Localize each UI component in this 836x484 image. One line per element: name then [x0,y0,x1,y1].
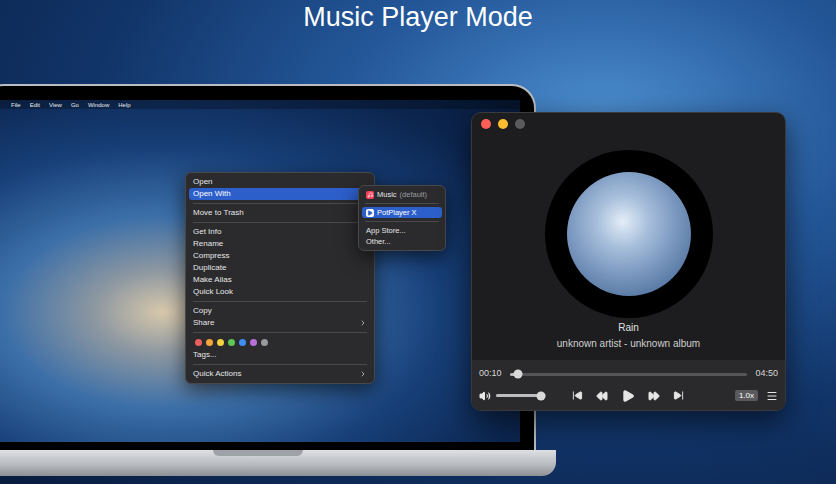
menu-separator [193,222,367,223]
zoom-button[interactable] [515,119,525,129]
menu-item[interactable]: Tags... [189,349,371,361]
menu-item[interactable]: Get Info [189,226,371,238]
submenu-arrow-icon [359,319,367,327]
menu-item[interactable]: Open [189,176,371,188]
buttons-row: 1.0x [479,389,778,403]
minimize-button[interactable] [498,119,508,129]
close-button[interactable] [481,119,491,129]
tag-color-dot[interactable] [206,339,213,346]
volume-slider[interactable] [496,394,546,397]
menu-separator [365,203,439,204]
menu-bar-item[interactable]: Help [118,101,130,109]
submenu-item[interactable]: Other... [362,236,442,247]
heading: Music Player Mode [0,0,836,34]
menu-item[interactable]: Quick Actions [189,368,371,380]
menu-bar-item[interactable]: Edit [30,101,40,109]
progress-row: 00:10 04:50 [479,367,778,381]
volume-icon[interactable] [479,390,491,402]
tag-color-dot[interactable] [195,339,202,346]
tag-color-dot[interactable] [228,339,235,346]
menu-separator [193,301,367,302]
laptop-base [0,450,556,476]
potplayer-app-icon [366,209,374,217]
elapsed-time: 00:10 [479,367,502,381]
context-menu: OpenOpen With Move to Trash Get InfoRename… [185,172,375,384]
duration-time: 04:50 [755,367,778,381]
album-art [567,172,691,296]
next-icon[interactable] [673,390,684,401]
open-with-submenu: Music(default) PotPlayer X App Store...Oth… [358,185,446,251]
progress-slider[interactable] [510,373,748,376]
promo-page: Music Player Mode File Edit View Go Window Hel… [0,0,836,484]
submenu-item[interactable]: Music(default) [362,189,442,200]
menu-item[interactable]: Copy [189,305,371,317]
play-icon[interactable] [621,389,635,403]
track-title: Rain [618,321,639,335]
tag-color-dot[interactable] [261,339,268,346]
menu-bar-item[interactable]: Go [71,101,79,109]
menu-bar: File Edit View Go Window Help [0,100,520,109]
tag-color-dot[interactable] [217,339,224,346]
menu-bar-item[interactable]: Window [88,101,109,109]
tag-colors [186,336,374,349]
menu-bar-item[interactable]: View [49,101,62,109]
player-window: Rainunknown artist - unknown album00:100… [471,112,786,411]
menu-item[interactable]: Rename [189,238,371,250]
track-subtitle: unknown artist - unknown album [557,337,700,351]
menu-item[interactable]: Move to Trash [189,207,371,219]
menu-separator [365,221,439,222]
previous-icon[interactable] [572,390,583,401]
speed-button[interactable]: 1.0x [735,390,758,401]
menu-item[interactable]: Make Alias [189,274,371,286]
music-app-icon [366,191,374,199]
menu-item[interactable]: Compress [189,250,371,262]
title-bar [472,113,785,135]
artwork-area: Rain unknown artist - unknown album [472,135,785,360]
submenu-item[interactable]: PotPlayer X [362,207,442,218]
submenu-arrow-icon [359,370,367,378]
menu-separator [193,332,367,333]
menu-item[interactable]: Quick Look [189,286,371,298]
tag-color-dot[interactable] [239,339,246,346]
fast-forward-icon[interactable] [648,390,660,402]
album-disc [545,150,713,318]
menu-separator [193,203,367,204]
controls-panel: 00:10 04:50 1.0x [472,360,785,410]
menu-item[interactable]: Open With [189,188,371,200]
rewind-icon[interactable] [596,390,608,402]
submenu-item[interactable]: App Store... [362,225,442,236]
playlist-icon[interactable] [766,390,778,402]
tag-color-dot[interactable] [250,339,257,346]
menu-item[interactable]: Share [189,317,371,329]
menu-bar-item[interactable]: File [11,101,21,109]
menu-separator [193,364,367,365]
menu-item[interactable]: Duplicate [189,262,371,274]
